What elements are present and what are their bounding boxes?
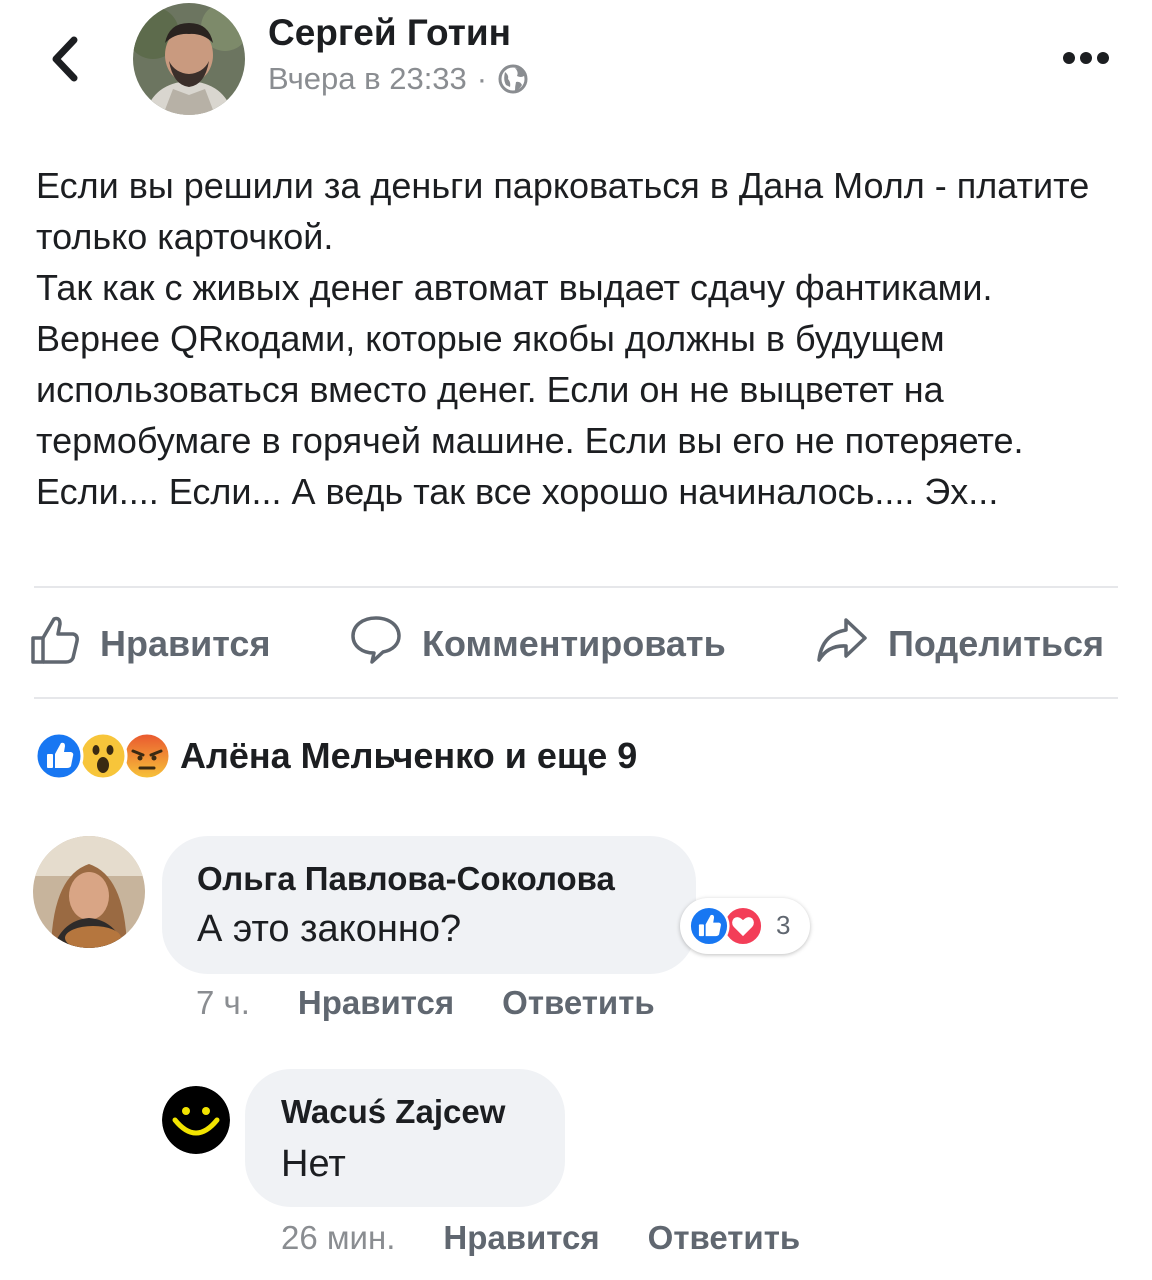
like-label: Нравится [100, 623, 271, 664]
like-button[interactable]: Нравится [30, 612, 270, 676]
like-reaction-icon [34, 731, 84, 781]
divider [34, 586, 1118, 588]
meta-separator: · [476, 61, 488, 96]
angry-reaction-icon [122, 731, 172, 781]
wow-reaction-icon [78, 731, 128, 781]
reply-reply-button[interactable]: Ответить [648, 1219, 801, 1257]
share-label: Поделиться [888, 623, 1105, 664]
reaction-count: 3 [776, 910, 791, 940]
author-avatar[interactable] [133, 3, 245, 115]
reply-author[interactable]: Wacuś Zajcew [281, 1093, 505, 1131]
reply-text: Нет [281, 1143, 346, 1185]
reactions-summary[interactable]: Алёна Мельченко и еще 9 [34, 731, 637, 781]
post-time[interactable]: Вчера в 23:33 [268, 61, 467, 97]
thumbs-up-icon [30, 614, 80, 675]
comment-bubble-icon [350, 614, 402, 675]
comment-time[interactable]: 7 ч. [196, 984, 250, 1022]
comment-actions: 7 ч. Нравится Ответить [196, 984, 655, 1022]
comment-reactions[interactable]: 3 [680, 898, 810, 954]
globe-icon [497, 63, 529, 95]
divider [34, 697, 1118, 699]
back-chevron-icon[interactable] [44, 34, 88, 84]
post-meta: Вчера в 23:33 · [268, 61, 529, 97]
reaction-icons [34, 731, 174, 781]
like-reaction-icon [688, 905, 730, 947]
comment-button[interactable]: Комментировать [350, 612, 726, 676]
share-button[interactable]: Поделиться [816, 612, 1104, 676]
comment-author[interactable]: Ольга Павлова-Соколова [197, 860, 615, 898]
comment-text: А это законно? [197, 908, 462, 950]
comment-label: Комментировать [422, 623, 726, 664]
comment-reply-button[interactable]: Ответить [502, 984, 655, 1022]
commenter-avatar[interactable] [33, 836, 145, 948]
author-name[interactable]: Сергей Готин [268, 12, 511, 54]
smiley-avatar[interactable] [162, 1086, 230, 1154]
comment-bubble: Ольга Павлова-Соколова А это законно? [162, 836, 696, 974]
reply-actions: 26 мин. Нравится Ответить [281, 1219, 800, 1257]
reply-bubble: Wacuś Zajcew Нет [245, 1069, 565, 1207]
reply-time[interactable]: 26 мин. [281, 1219, 395, 1257]
post-text: Если вы решили за деньги парковаться в Д… [36, 165, 1090, 512]
reactions-summary-text[interactable]: Алёна Мельченко и еще 9 [180, 735, 637, 777]
more-dots-icon[interactable] [1062, 50, 1110, 66]
comment-like-button[interactable]: Нравится [298, 984, 454, 1022]
reply-like-button[interactable]: Нравится [443, 1219, 599, 1257]
share-arrow-icon [816, 616, 868, 673]
